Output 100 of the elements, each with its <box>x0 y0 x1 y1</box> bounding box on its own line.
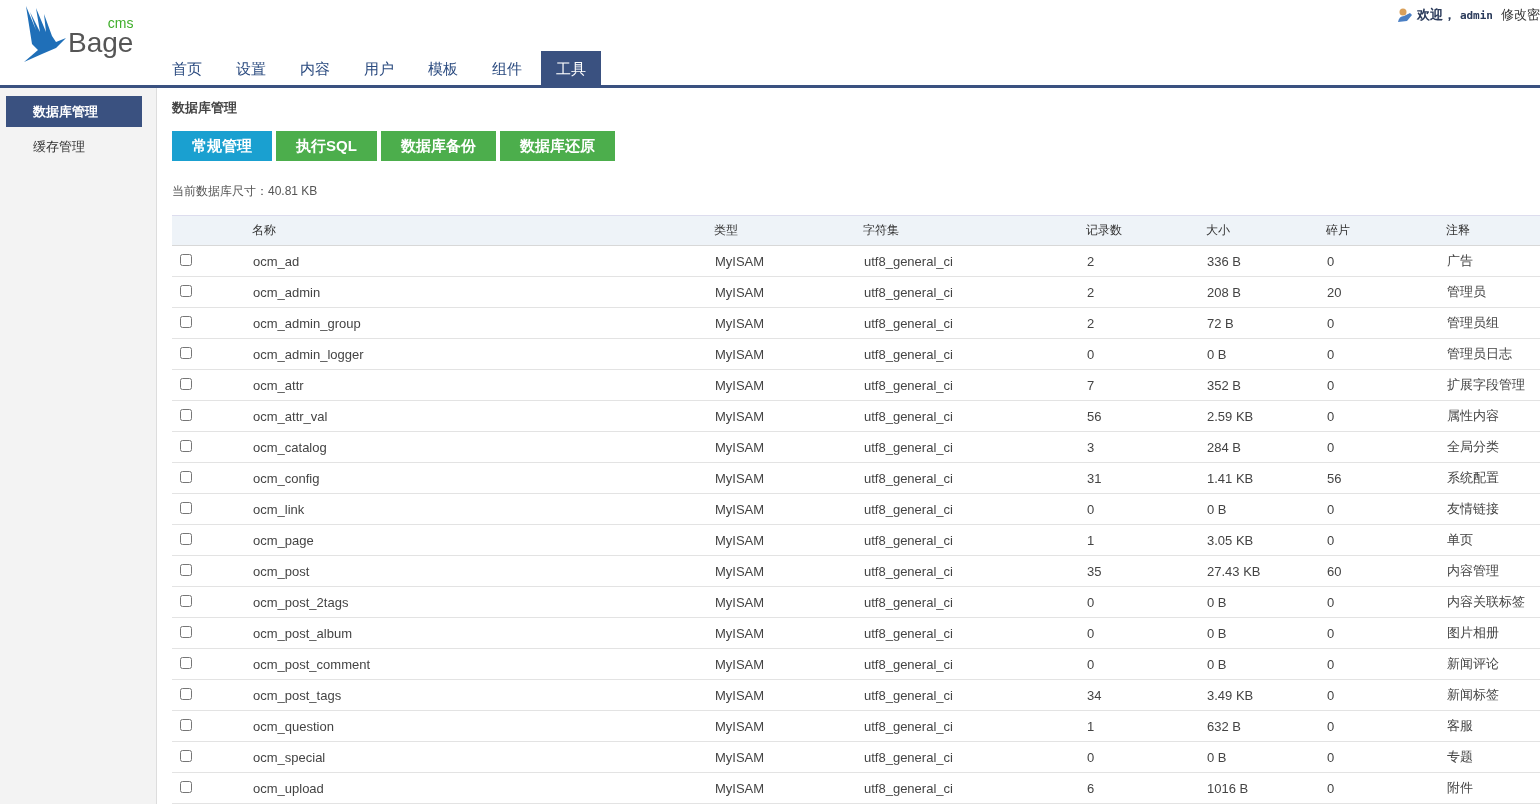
table-cell: 284 B <box>1203 431 1323 463</box>
table-cell: ocm_admin_logger <box>249 338 711 370</box>
table-cell: 352 B <box>1203 369 1323 401</box>
table-cell: 60 <box>1323 555 1443 587</box>
table-cell: 336 B <box>1203 245 1323 277</box>
table-cell: 2 <box>1083 307 1203 339</box>
row-checkbox[interactable] <box>180 346 192 359</box>
table-cell: ocm_catalog <box>249 431 711 463</box>
table-cell: 内容管理 <box>1443 555 1540 587</box>
table-cell: 56 <box>1323 462 1443 494</box>
table-cell: ocm_question <box>249 710 711 742</box>
row-checkbox[interactable] <box>180 780 192 793</box>
table-cell: utf8_general_ci <box>860 338 1083 370</box>
table-cell: 新闻标签 <box>1443 679 1540 711</box>
table-cell: 客服 <box>1443 710 1540 742</box>
table-cell: utf8_general_ci <box>860 307 1083 339</box>
table-cell: 1 <box>1083 524 1203 556</box>
table-cell: 0 <box>1083 741 1203 773</box>
table-cell: 3 <box>1083 431 1203 463</box>
table-cell: 0 <box>1323 369 1443 401</box>
logo-suffix: cms <box>107 16 134 30</box>
table-cell: 1.41 KB <box>1203 462 1323 494</box>
table-cell: ocm_special <box>249 741 711 773</box>
row-checkbox[interactable] <box>180 377 192 390</box>
table-cell: 0 B <box>1203 586 1323 618</box>
table-cell: 0 <box>1323 710 1443 742</box>
row-checkbox[interactable] <box>180 594 192 607</box>
row-checkbox[interactable] <box>180 656 192 669</box>
table-cell: MyISAM <box>711 431 860 463</box>
row-checkbox[interactable] <box>180 470 192 483</box>
table-cell: 31 <box>1083 462 1203 494</box>
table-cell: utf8_general_ci <box>860 586 1083 618</box>
table-cell: 34 <box>1083 679 1203 711</box>
table-cell: 1 <box>1083 710 1203 742</box>
table-cell: ocm_admin <box>249 276 711 308</box>
table-cell: 0 B <box>1203 338 1323 370</box>
table-cell: ocm_admin_group <box>249 307 711 339</box>
row-checkbox[interactable] <box>180 284 192 297</box>
nav-tab[interactable]: 内容 <box>285 51 345 85</box>
nav-tab[interactable]: 工具 <box>541 51 601 85</box>
table-cell: 2 <box>1083 245 1203 277</box>
table-cell: 0 <box>1323 586 1443 618</box>
nav-tab[interactable]: 组件 <box>477 51 537 85</box>
row-checkbox[interactable] <box>180 501 192 514</box>
table-cell: utf8_general_ci <box>860 245 1083 277</box>
table-cell: 27.43 KB <box>1203 555 1323 587</box>
row-checkbox[interactable] <box>180 687 192 700</box>
row-checkbox[interactable] <box>180 315 192 328</box>
column-header: 类型 <box>711 215 860 246</box>
table-cell: 20 <box>1323 276 1443 308</box>
table-cell: 0 <box>1323 400 1443 432</box>
table-cell: 0 B <box>1203 617 1323 649</box>
sidebar-item[interactable]: 缓存管理 <box>6 131 142 162</box>
table-cell: 管理员日志 <box>1443 338 1540 370</box>
table-cell: utf8_general_ci <box>860 555 1083 587</box>
row-checkbox[interactable] <box>180 253 192 266</box>
table-cell: 72 B <box>1203 307 1323 339</box>
row-checkbox[interactable] <box>180 408 192 421</box>
row-checkbox[interactable] <box>180 718 192 731</box>
row-checkbox[interactable] <box>180 439 192 452</box>
table-cell: 专题 <box>1443 741 1540 773</box>
table-cell: 系统配置 <box>1443 462 1540 494</box>
table-cell: 208 B <box>1203 276 1323 308</box>
nav-tab[interactable]: 首页 <box>157 51 217 85</box>
table-cell: 7 <box>1083 369 1203 401</box>
database-size-text: 当前数据库尺寸：40.81 KB <box>172 183 319 200</box>
table-cell: 0 <box>1323 617 1443 649</box>
table-cell: 632 B <box>1203 710 1323 742</box>
row-checkbox[interactable] <box>180 625 192 638</box>
table-cell: utf8_general_ci <box>860 431 1083 463</box>
table-cell: utf8_general_ci <box>860 741 1083 773</box>
table-cell: MyISAM <box>711 307 860 339</box>
table-cell: 0 <box>1323 431 1443 463</box>
table-cell: ocm_post_2tags <box>249 586 711 618</box>
nav-tab[interactable]: 用户 <box>349 51 409 85</box>
table-cell: ocm_link <box>249 493 711 525</box>
table-cell: 扩展字段管理 <box>1443 369 1540 401</box>
table-cell: MyISAM <box>711 400 860 432</box>
row-checkbox[interactable] <box>180 749 192 762</box>
table-cell: 3.05 KB <box>1203 524 1323 556</box>
change-password-link[interactable]: 修改密 <box>1501 6 1540 24</box>
table-cell: 管理员 <box>1443 276 1540 308</box>
nav-tab[interactable]: 设置 <box>221 51 281 85</box>
table-cell: MyISAM <box>711 648 860 680</box>
table-cell: MyISAM <box>711 586 860 618</box>
nav-tab[interactable]: 模板 <box>413 51 473 85</box>
table-cell: 0 <box>1323 772 1443 804</box>
table-cell: 1016 B <box>1203 772 1323 804</box>
table-cell: utf8_general_ci <box>860 524 1083 556</box>
table-cell: 单页 <box>1443 524 1540 556</box>
table-cell: ocm_attr <box>249 369 711 401</box>
table-cell: utf8_general_ci <box>860 772 1083 804</box>
table-cell: MyISAM <box>711 679 860 711</box>
sidebar-item[interactable]: 数据库管理 <box>6 96 142 127</box>
row-checkbox[interactable] <box>180 532 192 545</box>
table-cell: 新闻评论 <box>1443 648 1540 680</box>
table-cell: ocm_post_album <box>249 617 711 649</box>
row-checkbox[interactable] <box>180 563 192 576</box>
table-cell: 0 <box>1083 648 1203 680</box>
table-cell: MyISAM <box>711 276 860 308</box>
